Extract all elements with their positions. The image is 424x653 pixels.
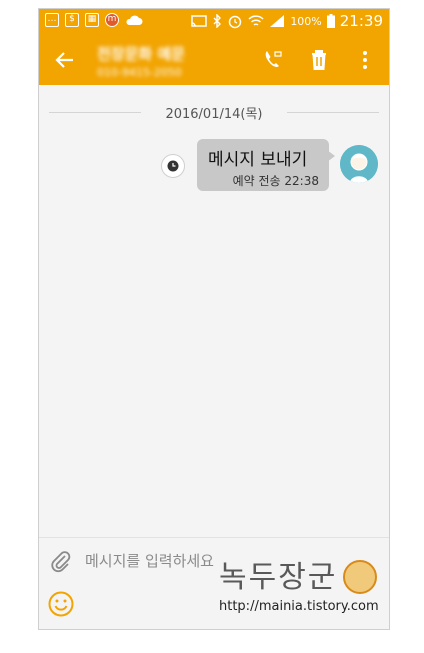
- status-bar: … $ ▦ m 100% 21:39: [39, 9, 389, 35]
- bluetooth-icon: [213, 14, 222, 28]
- video-call-icon[interactable]: [261, 48, 285, 72]
- watermark: 녹두장군 http://mainia.tistory.com: [205, 550, 415, 625]
- back-arrow-icon[interactable]: [53, 48, 77, 72]
- clock-time: 21:39: [339, 12, 383, 30]
- watermark-seal: [343, 560, 377, 594]
- signal-icon: [270, 15, 285, 27]
- emoji-icon[interactable]: [47, 590, 75, 618]
- attach-icon[interactable]: [49, 550, 73, 574]
- message-bubble[interactable]: 메시지 보내기 예약 전송 22:38: [197, 139, 329, 191]
- cast-icon: [191, 15, 208, 27]
- contact-header[interactable]: 전장문화 예문 010-9415-2050: [97, 43, 185, 79]
- scheduled-clock-icon[interactable]: [161, 154, 185, 178]
- phone-screen: … $ ▦ m 100% 21:39 전장문화 예문 010-9415-2050: [38, 8, 390, 630]
- contact-number: 010-9415-2050: [97, 66, 182, 79]
- avatar[interactable]: [340, 145, 378, 183]
- message-scheduled-time: 예약 전송 22:38: [232, 174, 319, 188]
- battery-icon: [326, 14, 335, 28]
- system-icons: 100% 21:39: [191, 12, 383, 30]
- bubble-tail: [327, 150, 335, 162]
- money-app-icon: $: [65, 13, 79, 27]
- date-label: 2016/01/14(목): [157, 107, 271, 122]
- contact-name: 전장문화 예문: [97, 45, 186, 63]
- trash-icon[interactable]: [307, 48, 331, 72]
- watermark-url: http://mainia.tistory.com: [219, 599, 379, 614]
- battery-percent: 100%: [290, 14, 322, 28]
- date-divider: 2016/01/14(목): [49, 103, 379, 122]
- app-bar: 전장문화 예문 010-9415-2050: [39, 35, 389, 85]
- watermark-title: 녹두장군: [219, 560, 338, 595]
- date-label-wrap: 2016/01/14(목): [49, 103, 379, 122]
- wifi-icon: [248, 15, 264, 26]
- chat-notification-icon: …: [45, 13, 59, 27]
- notification-icons: … $ ▦ m: [45, 13, 143, 27]
- keyboard-icon: ▦: [85, 13, 99, 27]
- m-app-icon: m: [105, 13, 119, 27]
- cloud-icon: [126, 15, 143, 25]
- message-text: 메시지 보내기: [208, 150, 308, 170]
- message-input[interactable]: 메시지를 입력하세요: [85, 550, 214, 571]
- alarm-icon: [229, 15, 242, 29]
- more-options-icon[interactable]: [353, 48, 377, 72]
